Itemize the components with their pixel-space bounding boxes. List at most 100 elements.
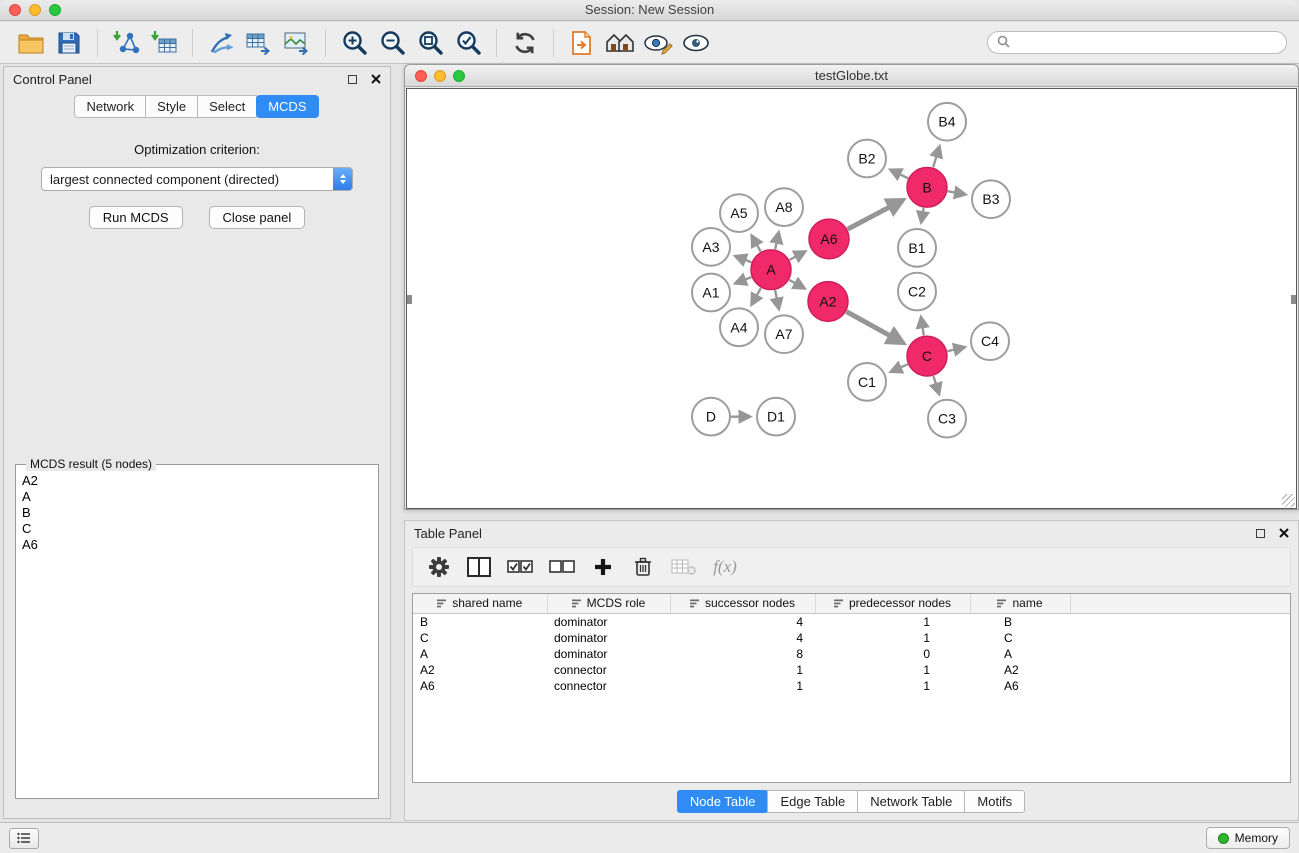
- graph-edge-B-B2[interactable]: [890, 170, 908, 179]
- close-panel-button[interactable]: Close panel: [209, 206, 306, 229]
- fullscreen-window-button[interactable]: [49, 4, 61, 16]
- graph-node-B4[interactable]: B4: [928, 103, 966, 141]
- cell-successor-nodes[interactable]: 1: [670, 678, 815, 694]
- mcds-result-item[interactable]: A6: [22, 537, 372, 553]
- graph-node-C2[interactable]: C2: [898, 273, 936, 311]
- graph-node-B[interactable]: B: [907, 167, 947, 207]
- unselect-all-icon[interactable]: [549, 554, 575, 580]
- cell-MCDS-role[interactable]: connector: [547, 662, 670, 678]
- show-columns-icon[interactable]: [467, 554, 491, 580]
- memory-button[interactable]: Memory: [1206, 827, 1290, 849]
- tab-select[interactable]: Select: [197, 95, 257, 118]
- table-row[interactable]: Bdominator41B: [413, 614, 1290, 631]
- zoom-selected-icon[interactable]: [449, 25, 487, 61]
- graph-edge-A-A4[interactable]: [752, 288, 761, 305]
- open-session-file-icon[interactable]: [563, 25, 601, 61]
- graph-node-A1[interactable]: A1: [692, 274, 730, 312]
- cell-predecessor-nodes[interactable]: 1: [815, 614, 970, 631]
- cell-predecessor-nodes[interactable]: 1: [815, 662, 970, 678]
- cell-successor-nodes[interactable]: 4: [670, 630, 815, 646]
- column-header-shared-name[interactable]: shared name: [413, 594, 547, 614]
- zoom-in-icon[interactable]: [335, 25, 373, 61]
- float-panel-icon[interactable]: [348, 75, 357, 84]
- graph-node-A8[interactable]: A8: [765, 188, 803, 226]
- search-box[interactable]: [987, 31, 1287, 54]
- cell-shared-name[interactable]: B: [413, 614, 547, 631]
- graph-edge-A-A2[interactable]: [789, 280, 804, 288]
- graph-edge-A-A7[interactable]: [775, 290, 779, 309]
- add-row-icon[interactable]: [591, 554, 615, 580]
- graph-node-C4[interactable]: C4: [971, 322, 1009, 360]
- graph-edge-B-B1[interactable]: [921, 208, 923, 222]
- mcds-result-item[interactable]: A2: [22, 473, 372, 489]
- tab-network[interactable]: Network: [74, 95, 146, 118]
- delete-table-icon[interactable]: [671, 554, 697, 580]
- graph-edge-A-A3[interactable]: [735, 256, 751, 262]
- graph-edge-B-B3[interactable]: [948, 191, 966, 194]
- show-graphics-details-icon[interactable]: [639, 25, 677, 61]
- table-row[interactable]: Cdominator41C: [413, 630, 1290, 646]
- function-builder-icon[interactable]: f(x): [713, 554, 737, 580]
- zoom-out-icon[interactable]: [373, 25, 411, 61]
- cell-shared-name[interactable]: A2: [413, 662, 547, 678]
- graph-edge-A6-B[interactable]: [848, 200, 904, 229]
- graph-node-C1[interactable]: C1: [848, 363, 886, 401]
- close-panel-icon[interactable]: [371, 74, 381, 84]
- graph-node-A[interactable]: A: [751, 250, 791, 290]
- import-network-icon[interactable]: [107, 25, 145, 61]
- graph-edge-C-C3[interactable]: [933, 376, 939, 394]
- graph-edge-A-A6[interactable]: [790, 252, 806, 260]
- mcds-result-item[interactable]: C: [22, 521, 372, 537]
- table-row[interactable]: A6connector11A6: [413, 678, 1290, 694]
- table-row[interactable]: Adominator80A: [413, 646, 1290, 662]
- resize-grip-left[interactable]: [407, 295, 412, 304]
- graph-node-C[interactable]: C: [907, 336, 947, 376]
- graph-node-A3[interactable]: A3: [692, 228, 730, 266]
- graph-edge-A-A5[interactable]: [752, 236, 761, 252]
- network-close-button[interactable]: [415, 70, 427, 82]
- search-input[interactable]: [1015, 36, 1277, 50]
- graph-node-B2[interactable]: B2: [848, 140, 886, 178]
- tab-network-table[interactable]: Network Table: [857, 790, 965, 813]
- close-table-panel-icon[interactable]: [1279, 528, 1289, 538]
- graph-edge-C-C4[interactable]: [947, 347, 964, 351]
- tab-mcds[interactable]: MCDS: [256, 95, 318, 118]
- float-table-panel-icon[interactable]: [1256, 529, 1265, 538]
- cell-name[interactable]: C: [970, 630, 1070, 646]
- graph-node-B1[interactable]: B1: [898, 229, 936, 267]
- tab-node-table[interactable]: Node Table: [677, 790, 769, 813]
- table-row[interactable]: A2connector11A2: [413, 662, 1290, 678]
- network-window-titlebar[interactable]: testGlobe.txt: [405, 65, 1298, 87]
- graph-node-A6[interactable]: A6: [809, 219, 849, 259]
- criterion-dropdown[interactable]: largest connected component (directed): [41, 167, 353, 191]
- cell-MCDS-role[interactable]: dominator: [547, 646, 670, 662]
- import-table-icon[interactable]: [145, 25, 183, 61]
- close-window-button[interactable]: [9, 4, 21, 16]
- cell-shared-name[interactable]: A: [413, 646, 547, 662]
- graph-node-D[interactable]: D: [692, 398, 730, 436]
- column-header-predecessor-nodes[interactable]: predecessor nodes: [815, 594, 970, 614]
- mcds-result-item[interactable]: A: [22, 489, 372, 505]
- cell-MCDS-role[interactable]: dominator: [547, 614, 670, 631]
- resize-corner-grip[interactable]: [1282, 494, 1295, 507]
- cell-successor-nodes[interactable]: 4: [670, 614, 815, 631]
- select-all-icon[interactable]: [507, 554, 533, 580]
- tab-motifs[interactable]: Motifs: [964, 790, 1025, 813]
- graph-edge-A2-C[interactable]: [846, 312, 903, 343]
- graph-edge-A-A8[interactable]: [775, 232, 779, 249]
- network-canvas[interactable]: B4B2BB3A5A8A6A3B1AC2A1A2A4A7C4CC1DD1C3: [406, 88, 1297, 509]
- refresh-view-icon[interactable]: [506, 25, 544, 61]
- cell-predecessor-nodes[interactable]: 1: [815, 678, 970, 694]
- cell-successor-nodes[interactable]: 8: [670, 646, 815, 662]
- column-header-MCDS-role[interactable]: MCDS role: [547, 594, 670, 614]
- cell-name[interactable]: A6: [970, 678, 1070, 694]
- graph-node-A5[interactable]: A5: [720, 194, 758, 232]
- cell-name[interactable]: B: [970, 614, 1070, 631]
- export-network-icon[interactable]: [202, 25, 240, 61]
- cell-successor-nodes[interactable]: 1: [670, 662, 815, 678]
- cell-predecessor-nodes[interactable]: 0: [815, 646, 970, 662]
- graph-node-C3[interactable]: C3: [928, 400, 966, 438]
- tab-style[interactable]: Style: [145, 95, 198, 118]
- cell-name[interactable]: A2: [970, 662, 1070, 678]
- graph-node-A4[interactable]: A4: [720, 308, 758, 346]
